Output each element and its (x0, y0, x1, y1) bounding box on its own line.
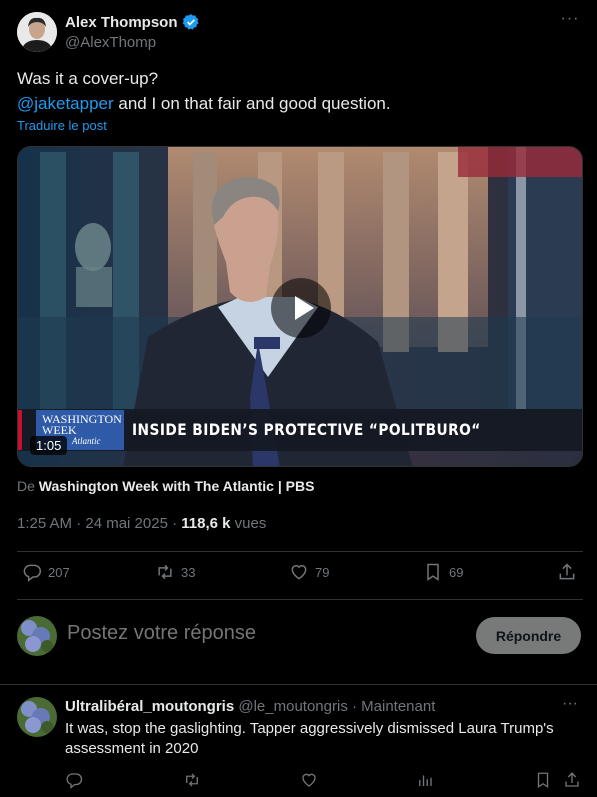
bookmark-count: 69 (449, 564, 464, 580)
reply-icon (23, 564, 42, 582)
comment-header: Ultralibéral_moutongris @le_moutongris ·… (65, 698, 435, 715)
comment-avatar-image (17, 697, 57, 737)
post-timestamp[interactable]: 1:25 AM · 24 mai 2025 · (17, 515, 181, 532)
comment-views-icon[interactable] (416, 771, 434, 789)
share-icon (559, 563, 575, 580)
post-line-2-text: and I on that fair and good question. (113, 94, 391, 113)
author-name-row: Alex Thompson (65, 13, 200, 31)
more-options-icon[interactable]: ··· (560, 11, 580, 32)
divider (17, 551, 583, 552)
comment-handle-time[interactable]: @le_moutongris · Maintenant (234, 698, 435, 715)
comment-share-icon[interactable] (563, 771, 581, 789)
divider (17, 599, 583, 600)
translate-post-link[interactable]: Traduire le post (17, 118, 107, 133)
comment-reply-icon[interactable] (65, 771, 83, 789)
like-action[interactable]: 79 (289, 562, 329, 582)
bookmark-icon (427, 563, 439, 581)
post-line-1: Was it a cover-up? (17, 69, 159, 88)
like-heart-icon (291, 565, 307, 580)
post-meta: 1:25 AM · 24 mai 2025 · 118,6 k vues (17, 515, 266, 532)
author-avatar[interactable] (17, 12, 57, 52)
share-action[interactable] (557, 562, 577, 582)
video-headline: INSIDE BIDEN’S PROTECTIVE “POLITBURO“ (132, 420, 481, 439)
source-link[interactable]: Washington Week with The Atlantic | PBS (39, 478, 315, 494)
source-prefix: De (17, 478, 39, 494)
verified-badge-icon (182, 13, 200, 31)
comment-actions (0, 771, 597, 793)
author-avatar-image (17, 12, 57, 52)
bookmark-action[interactable]: 69 (423, 562, 463, 582)
mention-link[interactable]: @jaketapper (17, 94, 114, 113)
repost-icon (158, 564, 172, 580)
comment-like-icon[interactable] (300, 771, 318, 789)
repost-action[interactable]: 33 (155, 562, 195, 582)
my-avatar[interactable] (17, 616, 57, 656)
post-text: Was it a cover-up? @jaketapper and I on … (17, 66, 577, 116)
author-handle[interactable]: @AlexThomp (65, 34, 156, 51)
views-label: vues (230, 515, 267, 532)
post-line-2: @jaketapper and I on that fair and good … (17, 91, 577, 116)
comment-bookmark-icon[interactable] (534, 771, 552, 789)
comment-avatar[interactable] (17, 697, 57, 737)
comment-repost-icon[interactable] (183, 771, 201, 789)
play-button-icon[interactable] (271, 278, 331, 338)
comment-author-name[interactable]: Ultralibéral_moutongris (65, 698, 234, 715)
reply-action[interactable]: 207 (22, 562, 70, 582)
my-avatar-image (17, 616, 57, 656)
logo-line-2: WEEK (42, 423, 77, 437)
author-name[interactable]: Alex Thompson (65, 14, 178, 31)
like-count: 79 (315, 564, 330, 580)
reply-button[interactable]: Répondre (476, 617, 581, 654)
comment-more-icon[interactable]: ··· (560, 696, 580, 717)
video-player[interactable]: WASHINGTON WEEK Atlantic INSIDE BIDEN’S … (17, 146, 583, 467)
reply-input[interactable] (67, 622, 447, 645)
video-red-strip (18, 410, 22, 450)
repost-count: 33 (181, 564, 196, 580)
reply-count: 207 (48, 564, 70, 580)
views-count: 118,6 k (181, 515, 231, 532)
comment-text: It was, stop the gaslighting. Tapper agg… (65, 720, 554, 757)
divider (0, 684, 597, 685)
video-duration: 1:05 (30, 436, 68, 455)
post-actions: 207 33 79 69 (17, 562, 583, 590)
video-source: De Washington Week with The Atlantic | P… (17, 478, 314, 494)
